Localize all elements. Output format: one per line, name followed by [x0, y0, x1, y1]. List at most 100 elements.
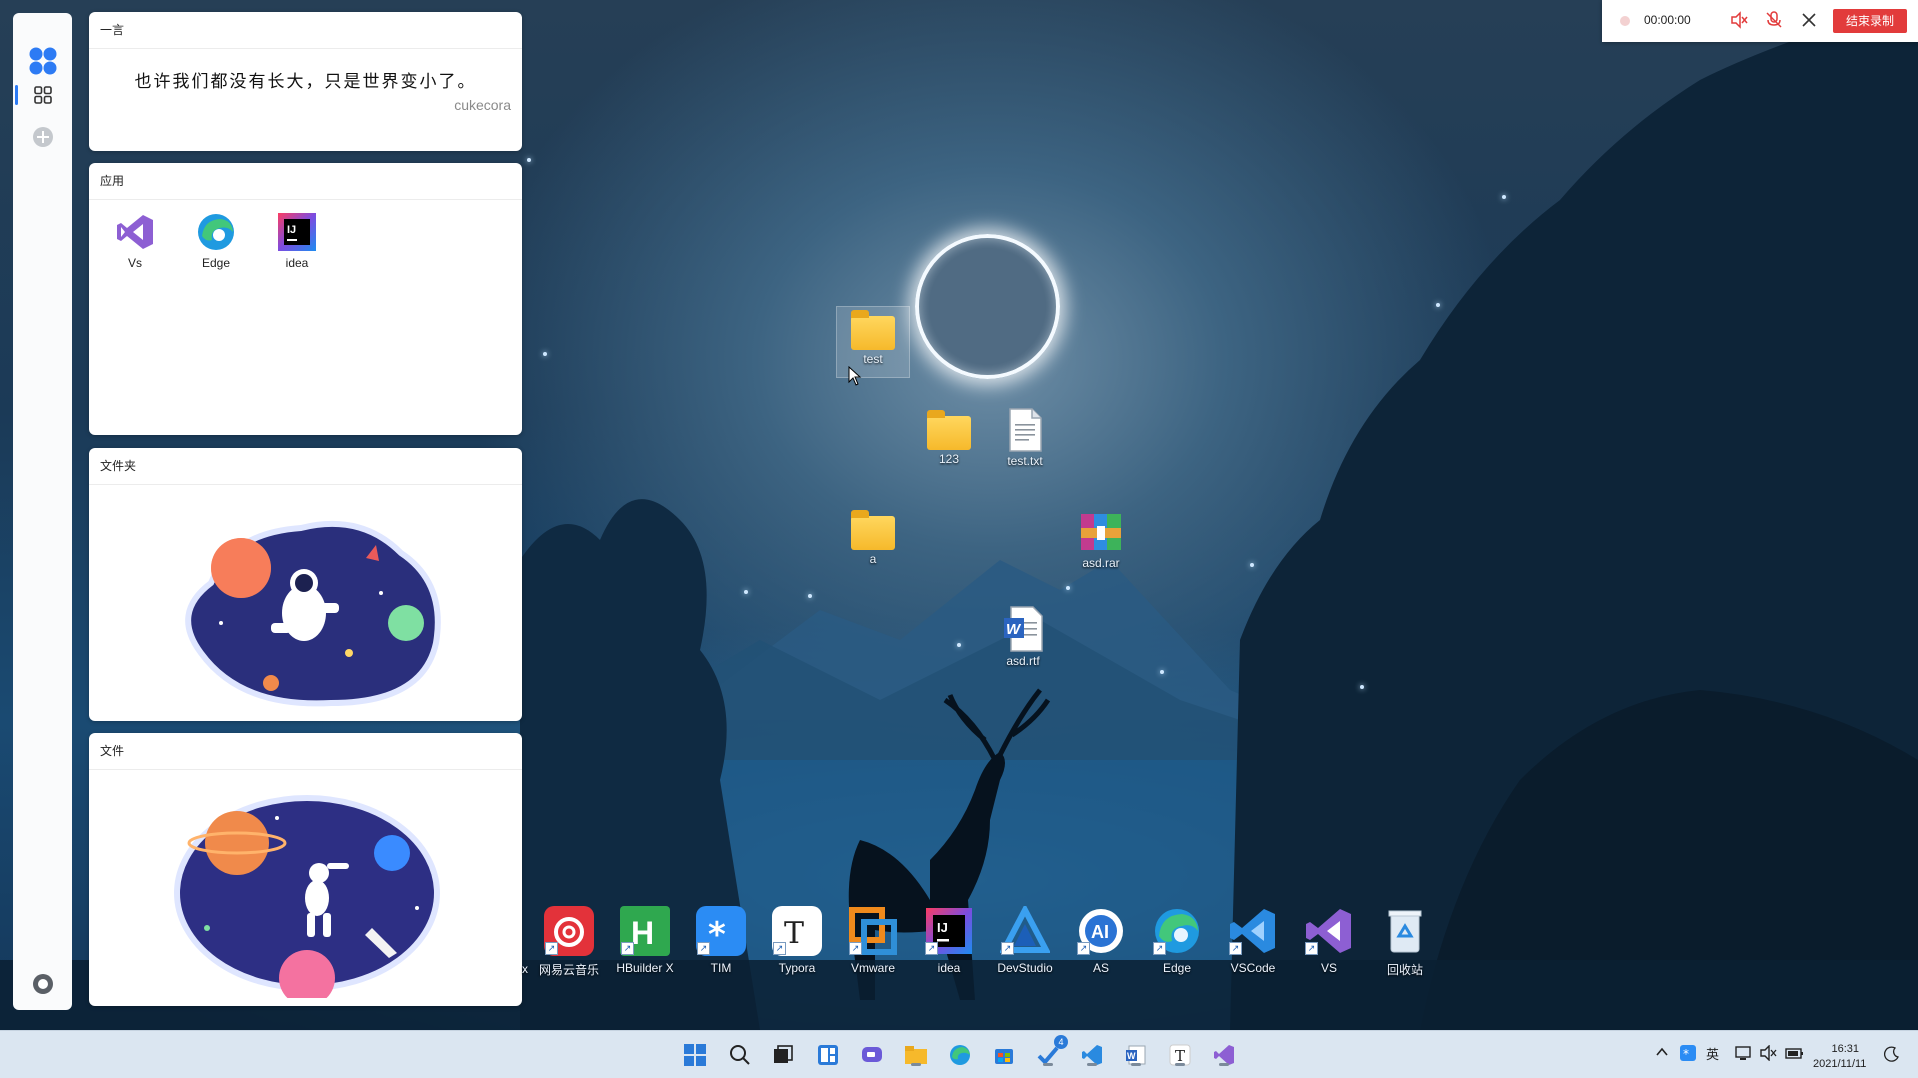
dock-item-label: DevStudio: [997, 961, 1053, 975]
dock-item-vscode[interactable]: ↗ VSCode: [1217, 905, 1289, 975]
dock-item-label: TIM: [710, 961, 732, 975]
folder-icon: [851, 510, 895, 550]
dock-item-typora[interactable]: T ↗ Typora: [761, 905, 833, 975]
shortcut-arrow-icon: ↗: [849, 942, 862, 955]
dock-item-visual-studio[interactable]: ↗ VS: [1293, 905, 1365, 975]
recycle-bin-icon: [1379, 905, 1431, 957]
desktop-icon-a[interactable]: a: [838, 510, 908, 566]
task-view-icon[interactable]: [769, 1041, 797, 1069]
add-icon[interactable]: [13, 117, 72, 157]
quote-text: 也许我们都没有长大，只是世界变小了。: [134, 72, 477, 92]
chevron-up-icon[interactable]: [1655, 1045, 1669, 1062]
todo-icon[interactable]: 4: [1034, 1035, 1068, 1069]
microphone-mute-icon[interactable]: [1765, 11, 1783, 34]
speaker-mute-icon[interactable]: [1730, 11, 1748, 34]
dock-item-idea[interactable]: IJ ↗ idea: [913, 905, 985, 975]
word-icon[interactable]: W: [1122, 1041, 1150, 1069]
dock-partial-item: x: [522, 962, 528, 976]
wallpaper-star: [744, 590, 748, 594]
svg-text:*: *: [1683, 1047, 1689, 1061]
shortcut-arrow-icon: ↗: [545, 942, 558, 955]
dock-item-netease-music[interactable]: ↗ 网易云音乐: [533, 905, 605, 978]
dock-item-hbuilderx[interactable]: H ↗ HBuilder X: [609, 905, 681, 975]
dock-item-recycle-bin[interactable]: 回收站: [1369, 905, 1441, 978]
end-recording-button[interactable]: 结束录制: [1833, 9, 1907, 33]
visual-studio-icon: ↗: [1303, 905, 1355, 957]
app-tile-idea[interactable]: IJ idea: [269, 212, 325, 270]
record-indicator-icon: [1620, 16, 1630, 26]
desktop-icon-asd-rar[interactable]: asd.rar: [1066, 510, 1136, 570]
folder-card-title: 文件夹: [89, 448, 522, 485]
ime-indicator[interactable]: 英: [1706, 1044, 1719, 1063]
microsoft-store-icon[interactable]: [990, 1041, 1018, 1069]
wallpaper-star: [808, 594, 812, 598]
dock-item-edge[interactable]: ↗ Edge: [1141, 905, 1213, 975]
svg-text:H: H: [631, 915, 654, 951]
intellij-idea-icon: IJ ↗: [923, 905, 975, 957]
network-icon[interactable]: [1735, 1045, 1753, 1064]
desktop-icon-test[interactable]: test: [838, 310, 908, 366]
shortcut-arrow-icon: ↗: [1153, 942, 1166, 955]
dock-item-vmware[interactable]: ↗ Vmware: [837, 905, 909, 975]
folder-icon: [927, 410, 971, 450]
edge-icon[interactable]: [946, 1041, 974, 1069]
hbuilderx-icon: H ↗: [619, 905, 671, 957]
file-card: 文件: [89, 733, 522, 1006]
dock-item-label: 网易云音乐: [538, 963, 599, 977]
running-indicator: [1043, 1063, 1053, 1066]
desktop-icon-test-txt[interactable]: test.txt: [990, 408, 1060, 468]
taskbar: 4 W T * 英 16:31 2021/11/11: [0, 1030, 1918, 1078]
wallpaper-star: [1360, 685, 1364, 689]
dock-item-label: VS: [1320, 961, 1337, 975]
clock-time[interactable]: 16:31: [1813, 1043, 1859, 1055]
wallpaper-star: [527, 158, 531, 162]
desktop-icon-123[interactable]: 123: [914, 410, 984, 466]
shortcut-arrow-icon: ↗: [621, 942, 634, 955]
widgets-icon[interactable]: [814, 1041, 842, 1069]
visual-studio-icon: [115, 212, 155, 252]
folder-icon: [851, 310, 895, 350]
dock-item-android-studio[interactable]: AI ↗ AS: [1065, 905, 1137, 975]
wallpaper-star: [543, 352, 547, 356]
chat-icon[interactable]: [858, 1041, 886, 1069]
typora-icon[interactable]: T: [1166, 1041, 1194, 1069]
dock-item-devstudio[interactable]: ↗ DevStudio: [989, 905, 1061, 975]
desktop-icon-label: asd.rar: [1082, 556, 1120, 570]
intellij-idea-icon: IJ: [277, 212, 317, 252]
app-tile-vs[interactable]: Vs: [107, 212, 163, 270]
app-tile-label: Edge: [201, 256, 231, 270]
tim-tray-icon[interactable]: *: [1680, 1045, 1696, 1064]
archive-icon: [1079, 510, 1123, 554]
quote-author: cukecora: [454, 97, 511, 113]
battery-icon[interactable]: [1785, 1045, 1805, 1064]
shortcut-arrow-icon: ↗: [1305, 942, 1318, 955]
desktop-icon-label: asd.rtf: [1006, 654, 1040, 668]
wallpaper-star: [1436, 303, 1440, 307]
volume-muted-icon[interactable]: [1760, 1044, 1778, 1064]
desktop-icon-label: test: [863, 352, 883, 366]
desktop-icon-asd-rtf[interactable]: W asd.rtf: [988, 606, 1058, 668]
wallpaper-moon: [915, 234, 1060, 379]
running-indicator: [1175, 1063, 1185, 1066]
close-icon[interactable]: [1800, 11, 1818, 34]
visual-studio-icon[interactable]: [1210, 1041, 1238, 1069]
app-tile-label: idea: [285, 256, 309, 270]
svg-text:W: W: [1006, 621, 1022, 638]
settings-icon[interactable]: [13, 964, 72, 1004]
windows-start-icon[interactable]: [681, 1041, 709, 1069]
shortcut-arrow-icon: ↗: [1229, 942, 1242, 955]
shortcut-arrow-icon: ↗: [1077, 942, 1090, 955]
vscode-icon[interactable]: [1078, 1041, 1106, 1069]
dock-item-label: Edge: [1162, 961, 1192, 975]
svg-text:W: W: [1127, 1051, 1136, 1061]
file-explorer-icon[interactable]: [902, 1041, 930, 1069]
dock-item-tim[interactable]: * ↗ TIM: [685, 905, 757, 975]
dock-item-label: Typora: [778, 961, 816, 975]
notification-moon-icon[interactable]: [1883, 1046, 1900, 1065]
typora-icon: T ↗: [771, 905, 823, 957]
app-tile-edge[interactable]: Edge: [188, 212, 244, 270]
clock-date[interactable]: 2021/11/11: [1813, 1058, 1866, 1070]
grid-view-icon[interactable]: [13, 75, 72, 115]
desktop-icon-label: test.txt: [1007, 454, 1043, 468]
search-icon[interactable]: [726, 1041, 754, 1069]
